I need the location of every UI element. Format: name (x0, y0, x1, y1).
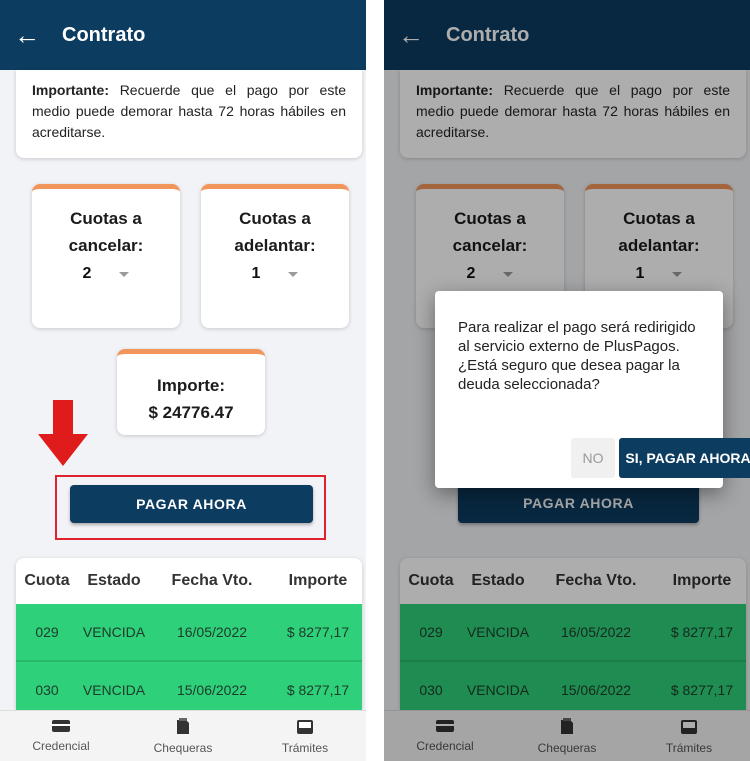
cell-importe: $ 8277,17 (286, 682, 350, 698)
dropdown-caret-icon (119, 271, 130, 277)
cell-fecha: 16/05/2022 (176, 624, 248, 640)
importe-title: Importe: (157, 376, 225, 395)
nav-label: Credencial (32, 739, 90, 753)
screenshot-right: ← Contrato Importante: Recuerde que el p… (384, 0, 750, 761)
dialog-message: Para realizar el pago será redirigido al… (458, 319, 696, 393)
dialog-no-button[interactable]: NO (571, 438, 615, 478)
header-cuota: Cuota (24, 572, 70, 589)
dropdown-caret-icon (288, 271, 299, 277)
cuotas-cancelar-title-line1: Cuotas a (70, 209, 142, 228)
cuotas-cancelar-select[interactable]: 2 (32, 265, 180, 283)
red-arrow-annotation (38, 400, 88, 468)
id-card-icon (52, 720, 70, 732)
inbox-icon (297, 720, 313, 734)
header-estado: Estado (87, 572, 141, 589)
notice-label: Importante: (32, 82, 109, 98)
table-header: Cuota Estado Fecha Vto. Importe (16, 558, 362, 604)
bottom-nav: Credencial Chequeras Trámites (0, 710, 366, 761)
nav-item-chequeras[interactable]: Chequeras (122, 711, 244, 761)
importe-card: Importe: $ 24776.47 (117, 349, 265, 435)
header-importe: Importe (288, 572, 348, 589)
cell-importe: $ 8277,17 (286, 624, 350, 640)
nav-item-tramites[interactable]: Trámites (244, 711, 366, 761)
cell-cuota: 029 (35, 624, 59, 640)
screenshot-left: ← Contrato Importante: Recuerde que el p… (0, 0, 366, 761)
page-title: Contrato (62, 23, 146, 46)
arrow-left-icon[interactable]: ← (0, 0, 46, 70)
cuotas-cancelar-title-line2: cancelar: (68, 236, 144, 255)
header-fecha: Fecha Vto. (171, 572, 253, 589)
pay-now-button[interactable]: PAGAR AHORA (70, 485, 313, 523)
nav-label: Trámites (281, 741, 329, 755)
confirm-payment-dialog: Para realizar el pago será redirigido al… (435, 291, 750, 488)
nav-label: Chequeras (153, 741, 213, 755)
cuotas-cancelar-value: 2 (82, 265, 92, 282)
dialog-confirm-button[interactable]: SI, PAGAR AHORA (619, 438, 750, 478)
table-row[interactable]: 030 VENCIDA 15/06/2022 $ 8277,17 (16, 662, 362, 710)
cuotas-adelantar-select[interactable]: 1 (201, 265, 349, 283)
cell-fecha: 15/06/2022 (176, 682, 248, 698)
table-row[interactable]: 029 VENCIDA 16/05/2022 $ 8277,17 (16, 604, 362, 662)
notice-card: Importante: Recuerde que el pago por est… (16, 70, 362, 158)
cell-estado: VENCIDA (82, 682, 146, 698)
importe-amount: $ 24776.47 (148, 403, 234, 422)
cuotas-adelantar-value: 1 (251, 265, 261, 282)
cell-estado: VENCIDA (82, 624, 146, 640)
checkbook-icon (177, 718, 189, 734)
cuotas-adelantar-title-line1: Cuotas a (239, 209, 311, 228)
cuotas-adelantar-card: Cuotas a adelantar: 1 (201, 184, 349, 328)
app-bar: ← Contrato (0, 0, 366, 70)
nav-item-credencial[interactable]: Credencial (0, 711, 122, 761)
cell-cuota: 030 (35, 682, 59, 698)
cuotas-cancelar-card: Cuotas a cancelar: 2 (32, 184, 180, 328)
cuotas-adelantar-title-line2: adelantar: (234, 236, 316, 255)
installments-table: Cuota Estado Fecha Vto. Importe 029 VENC… (16, 558, 362, 710)
